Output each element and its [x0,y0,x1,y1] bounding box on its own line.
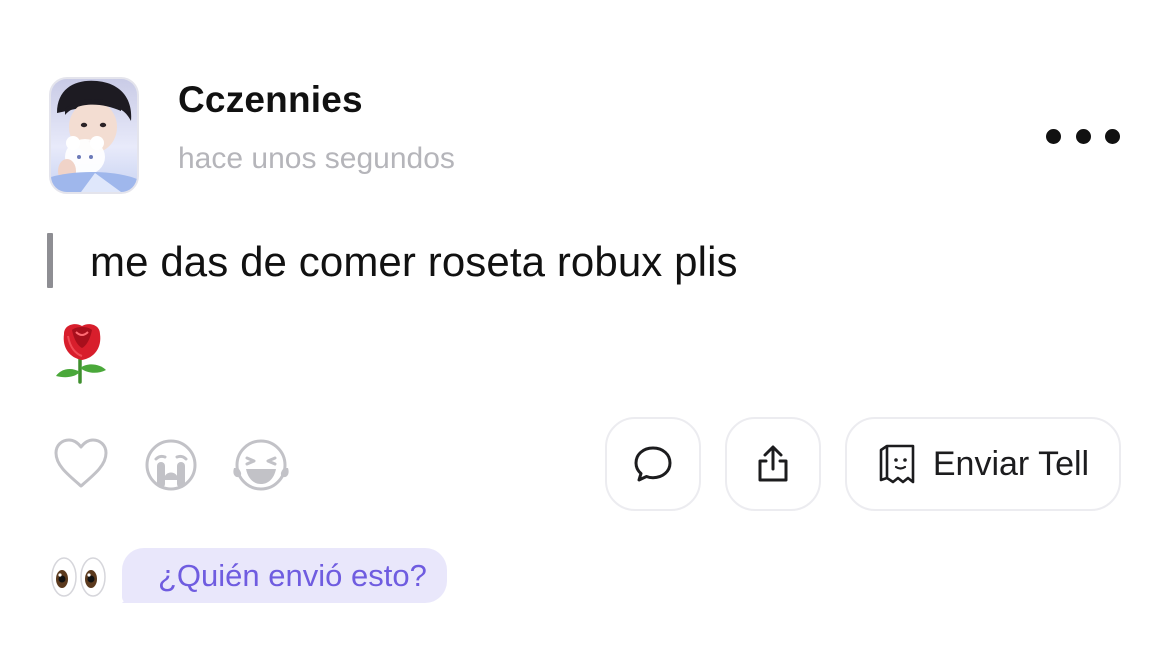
send-tell-label: Enviar Tell [932,445,1090,483]
crying-reaction-button[interactable] [144,438,198,497]
laughing-tears-face-icon [233,439,289,491]
heart-reaction-button[interactable] [53,438,109,495]
timestamp: hace unos segundos [178,142,455,175]
quote-bar [47,233,53,288]
heart-outline-icon [54,438,108,488]
share-button[interactable] [725,417,821,511]
laughing-reaction-button[interactable] [232,438,290,497]
speech-bubble-icon [634,446,672,482]
share-upload-icon [758,445,788,482]
post-message: me das de comer roseta robux plis [90,238,738,285]
more-options-button[interactable] [1046,118,1120,154]
tell-bag-icon [879,444,915,484]
comment-button[interactable] [605,417,701,511]
more-dot-icon [1046,128,1061,144]
more-dot-icon [1105,128,1120,144]
more-dot-icon [1075,128,1091,144]
crying-face-icon [145,439,197,491]
send-tell-button[interactable]: Enviar Tell [845,417,1121,511]
rose-emoji [52,322,112,384]
who-sent-this-label: ¿Quién envió esto? [158,557,427,593]
eyes-emoji [50,556,108,598]
who-sent-this-button[interactable]: ¿Quién envió esto? [122,548,447,603]
username[interactable]: Cczennies [178,78,363,122]
avatar[interactable] [49,77,139,194]
